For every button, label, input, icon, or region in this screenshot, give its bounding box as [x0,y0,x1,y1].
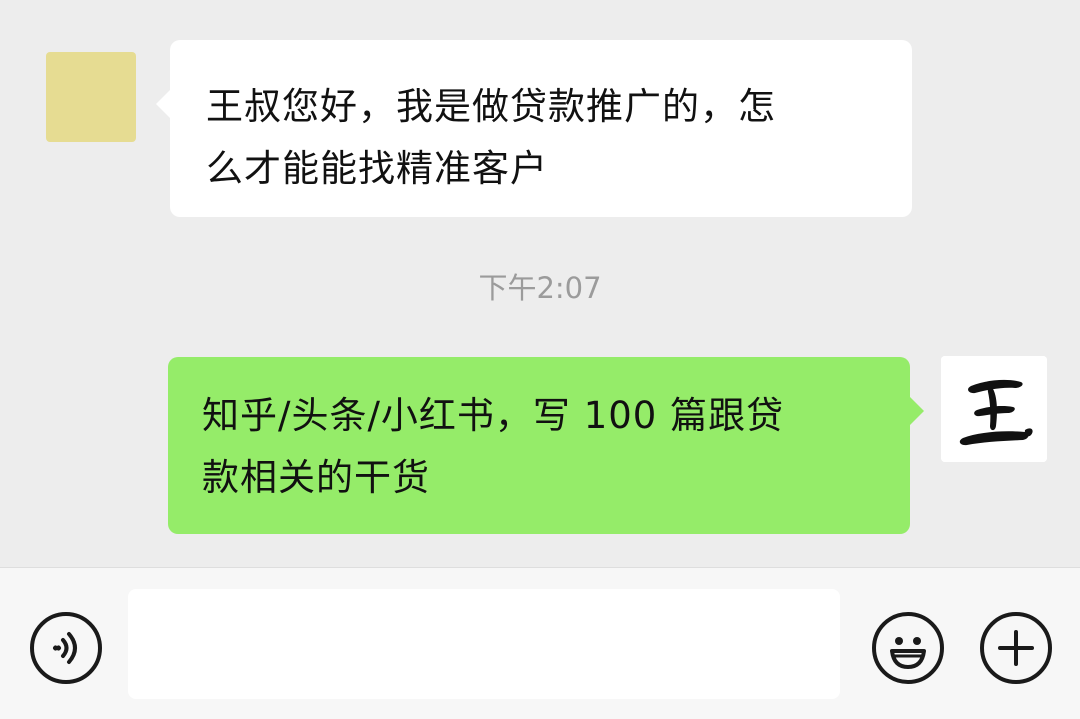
my-avatar[interactable] [941,356,1047,462]
voice-button[interactable] [30,612,102,684]
calligraphy-avatar-image [941,356,1047,462]
contact-avatar[interactable] [46,52,136,142]
incoming-message-bubble[interactable]: 王叔您好，我是做贷款推广的，怎 么才能能找精准客户 [156,40,912,217]
message-input-bar [0,567,1080,719]
outgoing-message-line-2: 款相关的干货 [202,456,430,499]
emoji-icon [890,637,926,669]
outgoing-message-bubble[interactable]: 知乎/头条/小红书，写 100 篇跟贷 款相关的干货 [168,357,924,534]
incoming-message-line-1: 王叔您好，我是做贷款推广的，怎 [206,85,776,128]
emoji-button[interactable] [872,612,944,684]
message-timestamp: 下午2:07 [478,271,602,305]
message-text-input[interactable] [128,589,840,699]
incoming-message-line-2: 么才能能找精准客户 [206,147,548,190]
plus-icon [998,630,1034,666]
outgoing-message-line-1: 知乎/头条/小红书，写 100 篇跟贷 [202,394,785,437]
chat-area: 王叔您好，我是做贷款推广的，怎 么才能能找精准客户 下午2:07 知乎/头条/小… [0,0,1080,567]
more-button[interactable] [980,612,1052,684]
voice-icon [53,632,77,664]
